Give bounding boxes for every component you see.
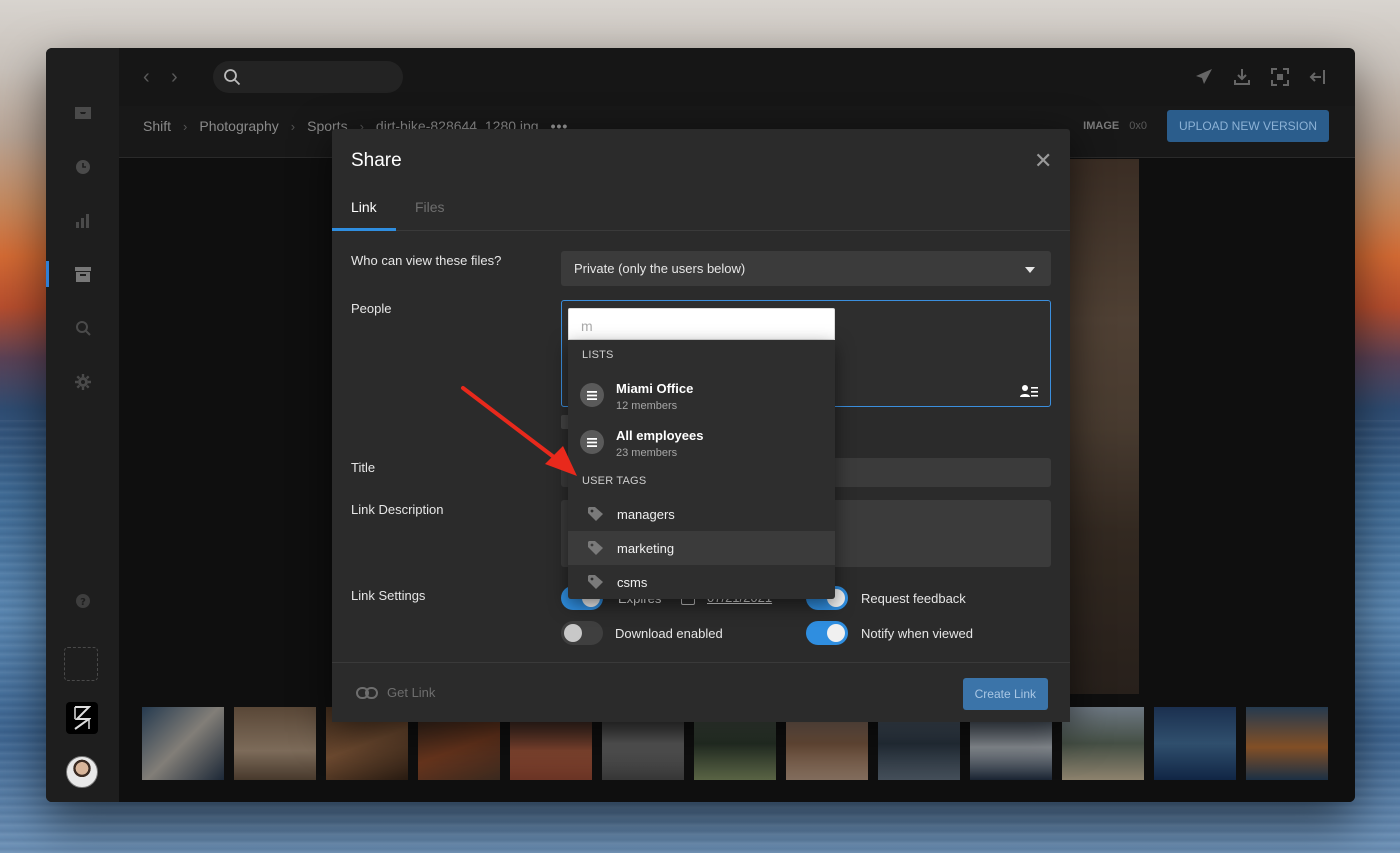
thumbnail[interactable] xyxy=(234,707,316,780)
thumbnail[interactable] xyxy=(1154,707,1236,780)
tag-option-name: csms xyxy=(617,575,648,590)
clock-icon[interactable] xyxy=(73,157,93,177)
thumbnail[interactable] xyxy=(142,707,224,780)
contact-list-icon[interactable] xyxy=(1020,384,1038,398)
tab-files[interactable]: Files xyxy=(415,199,445,215)
list-option-members: 12 members xyxy=(616,400,678,412)
asset-info: IMAGE 0x0 UPLOAD NEW VERSION xyxy=(1083,110,1329,142)
list-icon xyxy=(580,383,604,407)
search-icon xyxy=(224,69,241,86)
modal-footer: Get Link Create Link xyxy=(332,662,1070,722)
thumbnail[interactable] xyxy=(1062,707,1144,780)
download-icon[interactable] xyxy=(1233,68,1251,86)
tag-option-name: managers xyxy=(617,507,675,522)
analytics-icon[interactable] xyxy=(73,211,93,231)
asset-dimensions: 0x0 xyxy=(1129,120,1147,132)
modal-title: Share xyxy=(351,150,402,171)
notify-viewed-toggle[interactable] xyxy=(806,621,848,645)
forward-arrow-icon[interactable]: › xyxy=(171,66,178,89)
sidebar: ? xyxy=(46,48,119,802)
topbar: ‹ › xyxy=(119,48,1355,106)
tag-icon xyxy=(588,575,603,589)
people-label: People xyxy=(351,301,392,316)
get-link-label: Get Link xyxy=(387,685,436,700)
preview-image xyxy=(1070,159,1139,694)
title-label: Title xyxy=(351,460,376,475)
download-enabled-toggle[interactable] xyxy=(561,621,603,645)
download-enabled-label: Download enabled xyxy=(615,626,723,641)
link-description-label: Link Description xyxy=(351,502,444,517)
collapse-panel-icon[interactable] xyxy=(1309,68,1327,86)
send-icon[interactable] xyxy=(1195,68,1213,86)
visibility-select-value: Private (only the users below) xyxy=(574,261,746,276)
list-option-name: Miami Office xyxy=(616,381,694,396)
tag-icon xyxy=(588,541,603,555)
search-icon[interactable] xyxy=(73,318,93,338)
visibility-select[interactable]: Private (only the users below) xyxy=(561,251,1051,286)
fullscreen-icon[interactable] xyxy=(1271,68,1289,86)
tab-link[interactable]: Link xyxy=(351,199,377,215)
archive-icon[interactable] xyxy=(73,264,93,284)
notify-viewed-label: Notify when viewed xyxy=(861,626,973,641)
create-link-button[interactable]: Create Link xyxy=(962,678,1048,710)
upload-new-version-button[interactable]: UPLOAD NEW VERSION xyxy=(1166,110,1329,142)
list-icon xyxy=(580,430,604,454)
tag-option-csms[interactable]: csms xyxy=(568,565,835,599)
tag-option-managers[interactable]: managers xyxy=(568,497,835,531)
breadcrumb-item[interactable]: Shift xyxy=(143,118,171,134)
list-option-all-employees[interactable]: All employees 23 members xyxy=(568,422,835,468)
sidebar-active-indicator xyxy=(46,261,49,287)
inbox-icon[interactable] xyxy=(73,103,93,123)
list-option-miami-office[interactable]: Miami Office 12 members xyxy=(568,375,835,421)
close-icon[interactable]: ✕ xyxy=(1034,150,1052,172)
help-icon[interactable]: ? xyxy=(73,591,93,611)
user-tags-header: USER TAGS xyxy=(582,475,647,487)
tag-option-marketing[interactable]: marketing xyxy=(568,531,835,565)
people-autocomplete-dropdown: LISTS Miami Office 12 members All employ… xyxy=(568,340,835,599)
topbar-actions xyxy=(1195,68,1327,86)
tag-icon xyxy=(588,507,603,521)
chevron-right-icon: › xyxy=(290,118,296,134)
svg-text:?: ? xyxy=(80,597,86,608)
request-feedback-label: Request feedback xyxy=(861,591,966,606)
share-tabs: Link Files xyxy=(332,189,1070,231)
back-arrow-icon[interactable]: ‹ xyxy=(143,66,150,89)
people-search-input[interactable]: m xyxy=(568,308,835,340)
who-can-view-label: Who can view these files? xyxy=(351,253,502,268)
chevron-right-icon: › xyxy=(183,118,188,134)
global-search-input[interactable] xyxy=(213,61,403,93)
active-tab-indicator xyxy=(332,228,396,231)
add-workspace-placeholder[interactable] xyxy=(64,647,98,681)
link-icon xyxy=(356,686,378,699)
asset-type-label: IMAGE xyxy=(1083,120,1120,132)
caret-down-icon xyxy=(1025,267,1035,273)
tag-option-name: marketing xyxy=(617,541,675,556)
gear-icon[interactable] xyxy=(73,372,93,392)
list-option-members: 23 members xyxy=(616,447,678,459)
user-avatar[interactable] xyxy=(66,756,98,788)
get-link-button[interactable]: Get Link xyxy=(356,685,435,700)
workspace-logo[interactable] xyxy=(66,702,98,734)
link-settings-label: Link Settings xyxy=(351,588,426,603)
breadcrumb-item[interactable]: Photography xyxy=(199,118,278,134)
thumbnail[interactable] xyxy=(1246,707,1328,780)
list-option-name: All employees xyxy=(616,428,704,443)
lists-header: LISTS xyxy=(582,349,614,361)
